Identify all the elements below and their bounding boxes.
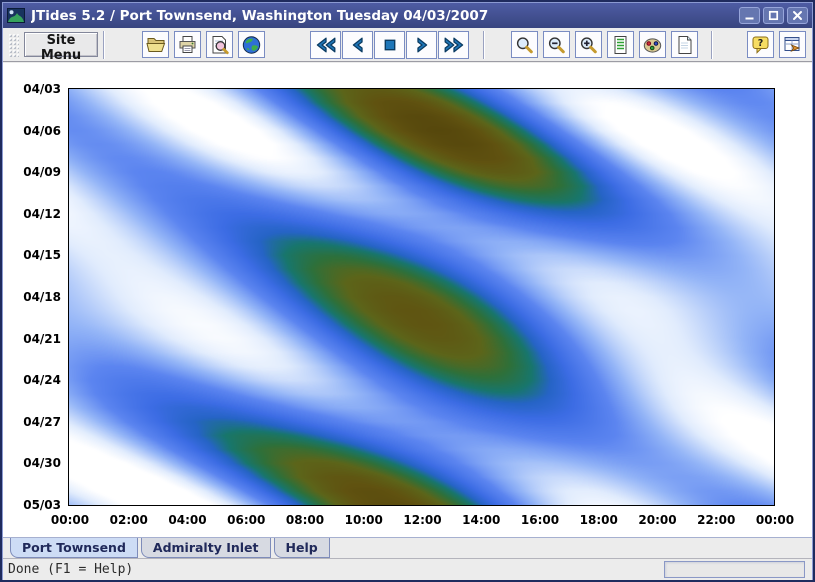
color-palette-icon [642, 35, 663, 55]
minimize-button[interactable] [739, 7, 760, 24]
magnifier-icon [514, 35, 535, 55]
y-axis-label: 04/30 [5, 456, 61, 470]
nav-stop-button[interactable] [374, 31, 405, 59]
help-bubble-icon: ? [750, 35, 771, 55]
minimize-icon [744, 10, 755, 21]
printer-icon [177, 35, 198, 55]
world-map-button[interactable] [238, 31, 265, 58]
nav-first-icon [314, 35, 338, 55]
nav-last-button[interactable] [438, 31, 469, 59]
title-bar[interactable]: JTides 5.2 / Port Townsend, Washington T… [3, 3, 812, 28]
report-document-icon [610, 35, 631, 55]
x-axis-label: 22:00 [693, 513, 739, 527]
nav-next-icon [412, 35, 432, 55]
tab-admiralty-inlet[interactable]: Admiralty Inlet [141, 538, 271, 558]
toolbar-separator [103, 31, 105, 59]
y-axis-label: 05/03 [5, 498, 61, 512]
x-axis-label: 04:00 [165, 513, 211, 527]
y-axis-label: 04/18 [5, 290, 61, 304]
exit-button[interactable] [779, 31, 806, 58]
nav-previous-icon [348, 35, 368, 55]
x-axis-label: 00:00 [752, 513, 798, 527]
colors-button[interactable] [639, 31, 666, 58]
chart-panel: 04/03 04/06 04/09 04/12 04/15 04/18 04/21 04/24… [3, 63, 812, 537]
close-button[interactable] [787, 7, 808, 24]
x-axis-label: 12:00 [400, 513, 446, 527]
jtides-window: JTides 5.2 / Port Townsend, Washington T… [0, 0, 815, 582]
y-axis-label: 04/09 [5, 165, 61, 179]
tide-plot [68, 88, 775, 506]
tab-help[interactable]: Help [274, 538, 330, 558]
y-axis-label: 04/12 [5, 207, 61, 221]
new-document-button[interactable] [671, 31, 698, 58]
svg-text:?: ? [758, 38, 764, 49]
y-axis-label: 04/03 [5, 82, 61, 96]
tab-label: Help [286, 540, 318, 555]
nav-first-button[interactable] [310, 31, 341, 59]
x-axis-label: 16:00 [517, 513, 563, 527]
tab-bar: Port Townsend Admiralty Inlet Help [3, 537, 812, 558]
globe-icon [241, 35, 262, 55]
x-axis-label: 08:00 [282, 513, 328, 527]
nav-last-icon [442, 35, 466, 55]
toolbar-separator [483, 31, 485, 59]
x-axis-label: 00:00 [47, 513, 93, 527]
zoom-reset-button[interactable] [511, 31, 538, 58]
site-menu-button[interactable]: Site Menu [24, 32, 98, 57]
toolbar-separator [711, 31, 713, 59]
exit-window-icon [782, 35, 803, 55]
find-station-button[interactable] [206, 31, 233, 58]
magnifier-minus-icon [546, 35, 567, 55]
x-axis-label: 02:00 [106, 513, 152, 527]
tab-label: Admiralty Inlet [153, 540, 259, 555]
toolbar: Site Menu [3, 28, 812, 62]
y-axis-label: 04/06 [5, 124, 61, 138]
open-station-button[interactable] [142, 31, 169, 58]
tab-port-townsend[interactable]: Port Townsend [10, 538, 138, 558]
y-axis-label: 04/27 [5, 415, 61, 429]
close-icon [792, 10, 803, 21]
tide-heatmap-canvas[interactable] [69, 89, 774, 505]
nav-next-button[interactable] [406, 31, 437, 59]
magnifier-plus-icon [578, 35, 599, 55]
y-axis-label: 04/24 [5, 373, 61, 387]
nav-previous-button[interactable] [342, 31, 373, 59]
report-button[interactable] [607, 31, 634, 58]
x-axis-label: 06:00 [223, 513, 269, 527]
find-document-icon [209, 35, 230, 55]
zoom-in-button[interactable] [575, 31, 602, 58]
y-axis-label: 04/21 [5, 332, 61, 346]
x-axis-label: 20:00 [635, 513, 681, 527]
app-icon [7, 8, 25, 23]
stop-square-icon [380, 35, 400, 55]
x-axis-label: 18:00 [576, 513, 622, 527]
x-axis-label: 14:00 [458, 513, 504, 527]
x-axis-label: 10:00 [341, 513, 387, 527]
toolbar-grip[interactable] [8, 33, 19, 57]
y-axis-label: 04/15 [5, 248, 61, 262]
progress-indicator [664, 561, 805, 578]
tab-label: Port Townsend [22, 540, 126, 555]
print-button[interactable] [174, 31, 201, 58]
zoom-out-button[interactable] [543, 31, 570, 58]
status-bar: Done (F1 = Help) [3, 558, 812, 580]
help-button[interactable]: ? [747, 31, 774, 58]
blank-document-icon [674, 35, 695, 55]
window-title: JTides 5.2 / Port Townsend, Washington T… [31, 8, 730, 24]
maximize-icon [768, 10, 779, 21]
folder-open-icon [145, 35, 166, 54]
status-text: Done (F1 = Help) [8, 562, 133, 577]
maximize-button[interactable] [763, 7, 784, 24]
